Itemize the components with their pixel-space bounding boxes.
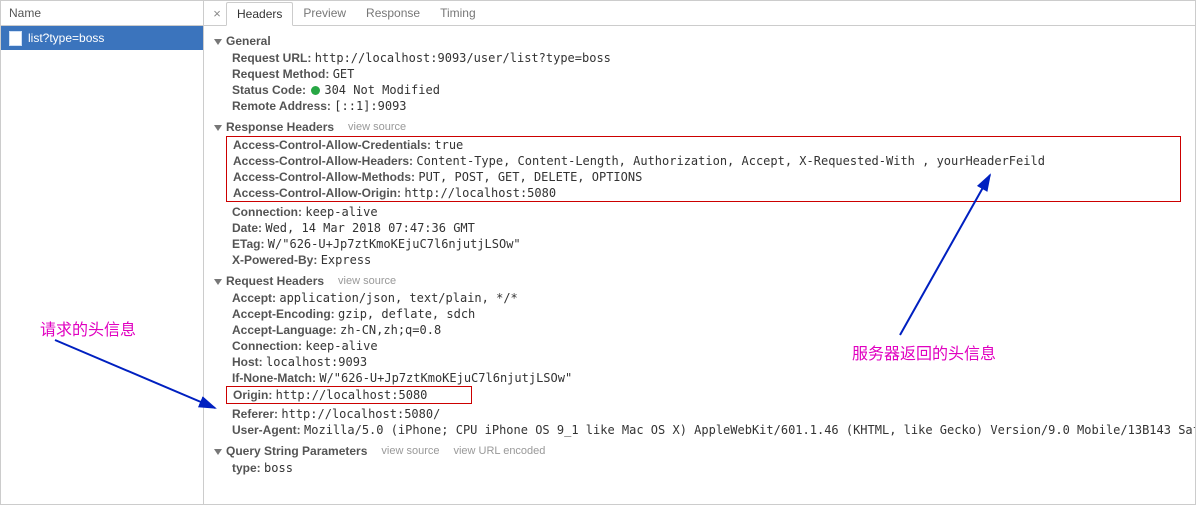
req-accept-encoding-label: Accept-Encoding:	[232, 307, 335, 321]
req-accept-label: Accept:	[232, 291, 276, 305]
tab-response[interactable]: Response	[356, 2, 430, 24]
request-item-label: list?type=boss	[28, 26, 104, 50]
req-useragent-label: User-Agent:	[232, 423, 301, 437]
req-origin-value: http://localhost:5080	[276, 388, 428, 402]
req-origin-label: Origin:	[233, 388, 272, 402]
triangle-down-icon	[214, 449, 222, 455]
ac-allow-credentials-value: true	[434, 138, 463, 152]
document-icon	[9, 31, 22, 46]
request-method-value: GET	[333, 67, 355, 81]
annotation-response-headers: 服务器返回的头信息	[852, 340, 996, 364]
resp-etag-value: W/"626-U+Jp7ztKmoKEjuC7l6njutjLSOw"	[268, 237, 521, 251]
ac-allow-headers-label: Access-Control-Allow-Headers:	[233, 154, 413, 168]
section-request-headers: Request Headers view source Accept: appl…	[204, 270, 1195, 440]
tab-timing[interactable]: Timing	[430, 2, 486, 24]
req-accept-value: application/json, text/plain, */*	[279, 291, 517, 305]
status-code-label: Status Code:	[232, 83, 306, 97]
origin-highlight-box: Origin: http://localhost:5080	[226, 386, 472, 404]
request-item-selected[interactable]: list?type=boss	[1, 26, 203, 50]
query-type-value: boss	[264, 461, 293, 475]
resp-date-value: Wed, 14 Mar 2018 07:47:36 GMT	[265, 221, 475, 235]
section-response-headers: Response Headers view source Access-Cont…	[204, 116, 1195, 270]
requests-list-header: Name	[1, 1, 203, 26]
req-referer-value: http://localhost:5080/	[281, 407, 440, 421]
req-referer-label: Referer:	[232, 407, 278, 421]
headers-content: General Request URL: http://localhost:90…	[204, 26, 1195, 504]
req-ifnonematch-value: W/"626-U+Jp7ztKmoKEjuC7l6njutjLSOw"	[319, 371, 572, 385]
remote-address-label: Remote Address:	[232, 99, 331, 113]
request-url-label: Request URL:	[232, 51, 311, 65]
ac-allow-origin-value: http://localhost:5080	[404, 186, 556, 200]
ac-allow-origin-label: Access-Control-Allow-Origin:	[233, 186, 401, 200]
status-code-value: 304 Not Modified	[324, 83, 440, 97]
section-general: General Request URL: http://localhost:90…	[204, 30, 1195, 116]
view-url-encoded-link[interactable]: view URL encoded	[453, 445, 545, 457]
section-query-string: Query String Parameters view source view…	[204, 440, 1195, 478]
req-host-label: Host:	[232, 355, 263, 369]
request-method-label: Request Method:	[232, 67, 329, 81]
view-source-link[interactable]: view source	[381, 445, 439, 457]
resp-etag-label: ETag:	[232, 237, 264, 251]
query-string-title: Query String Parameters	[226, 444, 367, 458]
ac-allow-credentials-label: Access-Control-Allow-Credentials:	[233, 138, 431, 152]
req-host-value: localhost:9093	[266, 355, 367, 369]
tab-headers[interactable]: Headers	[226, 2, 293, 26]
response-headers-highlight-box: Access-Control-Allow-Credentials: true A…	[226, 136, 1181, 202]
detail-tabs: × Headers Preview Response Timing	[204, 1, 1195, 26]
triangle-down-icon	[214, 279, 222, 285]
req-accept-language-label: Accept-Language:	[232, 323, 337, 337]
query-type-label: type:	[232, 461, 261, 475]
req-accept-language-value: zh-CN,zh;q=0.8	[340, 323, 441, 337]
req-useragent-value: Mozilla/5.0 (iPhone; CPU iPhone OS 9_1 l…	[304, 423, 1195, 437]
tab-preview[interactable]: Preview	[293, 2, 356, 24]
general-header[interactable]: General	[204, 32, 1195, 50]
close-icon[interactable]: ×	[208, 6, 226, 21]
response-headers-title: Response Headers	[226, 120, 334, 134]
view-source-link[interactable]: view source	[348, 121, 406, 133]
remote-address-value: [::1]:9093	[334, 99, 406, 113]
details-pane: × Headers Preview Response Timing Genera…	[204, 1, 1195, 504]
resp-xpoweredby-label: X-Powered-By:	[232, 253, 317, 267]
ac-allow-headers-value: Content-Type, Content-Length, Authorizat…	[416, 154, 1045, 168]
request-headers-header[interactable]: Request Headers view source	[204, 272, 1195, 290]
triangle-down-icon	[214, 125, 222, 131]
requests-list-pane: Name list?type=boss	[1, 1, 204, 504]
resp-connection-label: Connection:	[232, 205, 302, 219]
ac-allow-methods-label: Access-Control-Allow-Methods:	[233, 170, 415, 184]
response-headers-header[interactable]: Response Headers view source	[204, 118, 1195, 136]
request-headers-title: Request Headers	[226, 274, 324, 288]
ac-allow-methods-value: PUT, POST, GET, DELETE, OPTIONS	[418, 170, 642, 184]
resp-xpoweredby-value: Express	[321, 253, 372, 267]
resp-date-label: Date:	[232, 221, 262, 235]
req-connection-label: Connection:	[232, 339, 302, 353]
view-source-link[interactable]: view source	[338, 275, 396, 287]
general-title: General	[226, 34, 271, 48]
req-ifnonematch-label: If-None-Match:	[232, 371, 316, 385]
request-url-value: http://localhost:9093/user/list?type=bos…	[315, 51, 611, 65]
resp-connection-value: keep-alive	[305, 205, 377, 219]
status-dot-icon	[311, 86, 320, 95]
req-connection-value: keep-alive	[305, 339, 377, 353]
annotation-request-headers: 请求的头信息	[40, 316, 136, 340]
query-string-header[interactable]: Query String Parameters view source view…	[204, 442, 1195, 460]
req-accept-encoding-value: gzip, deflate, sdch	[338, 307, 475, 321]
triangle-down-icon	[214, 39, 222, 45]
